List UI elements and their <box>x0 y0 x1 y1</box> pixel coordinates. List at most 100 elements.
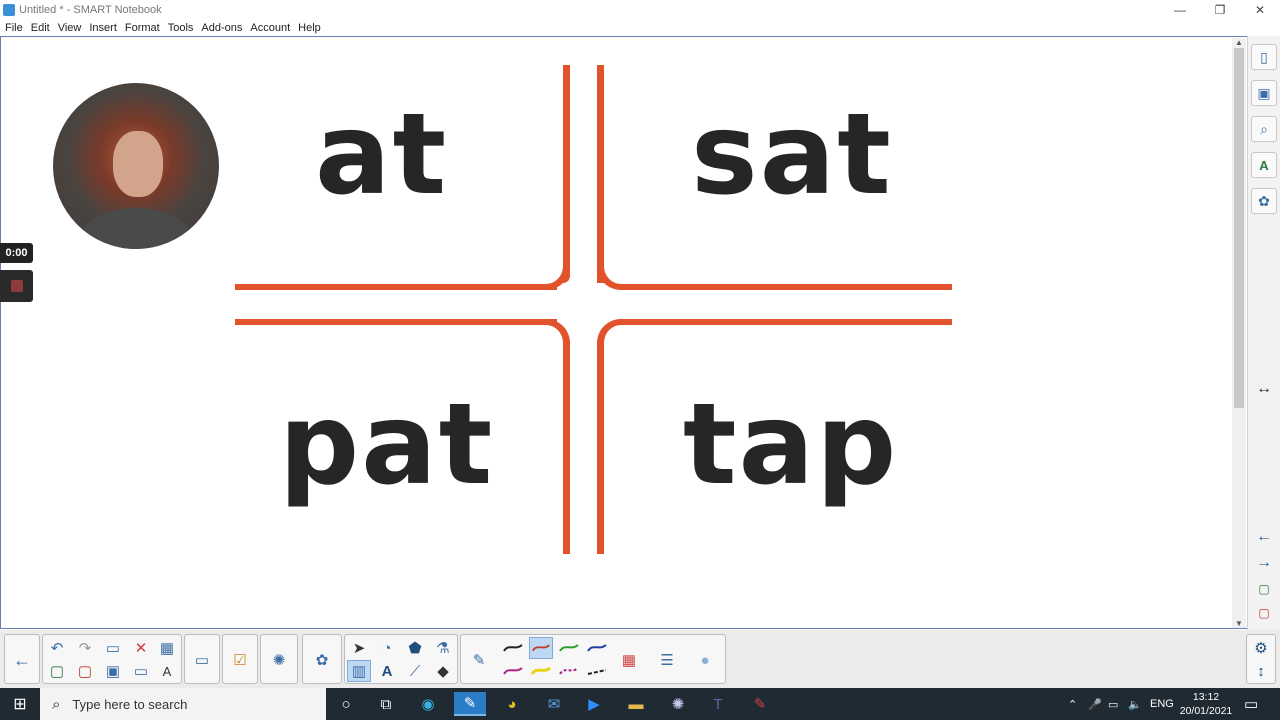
add-page-icon[interactable]: ▢ <box>1251 578 1277 600</box>
volume-icon[interactable]: 🔈 <box>1128 688 1142 720</box>
notebook-canvas[interactable]: at sat pat tap <box>0 36 1247 629</box>
delete-icon[interactable]: ✕ <box>129 637 153 659</box>
toolbar-group-edit: ↶ ↷ ▭ ✕ ▦ ▢ ▢ ▣ ▭ A <box>42 634 182 684</box>
select-icon[interactable]: ➤ <box>347 637 371 659</box>
divider-horizontal-right-bottom <box>621 319 952 325</box>
screen-recorder-icon[interactable]: ✎ <box>744 692 776 716</box>
pen-yellow-icon[interactable] <box>529 660 553 682</box>
previous-page-icon[interactable]: ← <box>1251 526 1277 548</box>
restore-button[interactable]: ❐ <box>1200 0 1240 20</box>
chrome-icon[interactable]: ◕ <box>496 692 528 716</box>
undo-icon[interactable]: ↶ <box>45 637 69 659</box>
word-card-tap[interactable]: tap <box>683 389 898 501</box>
teams-icon[interactable]: T <box>702 692 734 716</box>
notifications-icon[interactable]: ▭ <box>1244 688 1258 720</box>
pen-icon[interactable]: ✎ <box>467 649 491 671</box>
color-palette-icon[interactable]: ▦ <box>617 649 641 671</box>
menu-addons[interactable]: Add-ons <box>201 22 242 34</box>
cortana-icon[interactable]: ○ <box>330 692 362 716</box>
edge-icon[interactable]: ◉ <box>412 692 444 716</box>
menu-insert[interactable]: Insert <box>89 22 117 34</box>
pen-dashed-black-icon[interactable] <box>585 660 609 682</box>
scrollbar-thumb[interactable] <box>1234 48 1244 408</box>
eraser-icon[interactable]: ◆ <box>431 660 455 682</box>
pen-green-icon[interactable] <box>557 637 581 659</box>
menu-account[interactable]: Account <box>250 22 290 34</box>
pen-red-icon[interactable] <box>529 637 553 659</box>
toolbar-group-settings: ⚙ ↕ <box>1246 634 1276 684</box>
delete-page-icon[interactable]: ▢ <box>1251 602 1277 624</box>
menu-tools[interactable]: Tools <box>168 22 194 34</box>
menu-edit[interactable]: Edit <box>31 22 50 34</box>
pen-dashed-magenta-icon[interactable] <box>557 660 581 682</box>
taskbar-search-input[interactable]: ⌕ Type here to search <box>40 688 326 720</box>
back-arrow-icon[interactable]: ← <box>10 649 34 671</box>
divider-horizontal-right-top <box>621 284 952 290</box>
window-controls: — ❐ ✕ <box>1160 0 1280 20</box>
word-card-at[interactable]: at <box>315 99 448 211</box>
divider-vertical-left-bottom <box>563 342 570 554</box>
smart-notebook-taskbar-icon[interactable]: ✎ <box>454 692 486 716</box>
zoom-icon[interactable]: ▶ <box>578 692 610 716</box>
windows-start-icon[interactable]: ⊞ <box>0 688 40 720</box>
menu-format[interactable]: Format <box>125 22 160 34</box>
text-icon[interactable]: A <box>375 660 399 682</box>
page-sorter-icon[interactable]: ▯ <box>1251 44 1277 70</box>
line-style-icon[interactable]: ☰ <box>655 649 679 671</box>
fill-icon[interactable]: ⚗ <box>431 637 455 659</box>
pen-black-icon[interactable] <box>501 637 525 659</box>
settings-app-icon[interactable]: ✺ <box>662 692 694 716</box>
screen-capture-icon[interactable]: ▭ <box>190 649 214 671</box>
panel-resize-icon[interactable]: ↔ <box>1251 378 1277 400</box>
redo-icon[interactable]: ↷ <box>73 637 97 659</box>
line-icon[interactable]: ⟋ <box>403 660 427 682</box>
regular-polygon-icon[interactable]: ⬟ <box>403 637 427 659</box>
gallery-icon[interactable]: ▣ <box>1251 80 1277 106</box>
shapes-icon[interactable]: ◔ <box>375 637 399 659</box>
pen-magenta-icon[interactable] <box>501 660 525 682</box>
addons-icon[interactable]: ✿ <box>310 649 334 671</box>
magic-pen-icon[interactable]: ▥ <box>347 660 371 682</box>
clock-time: 13:12 <box>1192 691 1220 703</box>
response-icon[interactable]: ☑ <box>228 649 252 671</box>
mail-icon[interactable]: ✉ <box>538 692 570 716</box>
stop-recording-button[interactable] <box>0 270 33 302</box>
attachments-icon[interactable]: ⌕ <box>1251 116 1277 142</box>
presenter-body <box>81 208 191 249</box>
properties-icon[interactable]: A <box>1251 152 1277 178</box>
pen-blue-icon[interactable] <box>585 637 609 659</box>
close-button[interactable]: ✕ <box>1240 0 1280 20</box>
microphone-icon[interactable]: 🎤 <box>1088 688 1102 720</box>
vertical-scrollbar[interactable]: ▲ ▼ <box>1232 38 1246 628</box>
taskbar-clock[interactable]: 13:12 20/01/2021 <box>1176 690 1236 718</box>
menu-view[interactable]: View <box>58 22 82 34</box>
menu-help[interactable]: Help <box>298 22 321 34</box>
paste-icon[interactable]: ▭ <box>101 637 125 659</box>
scroll-down-icon[interactable]: ▼ <box>1232 619 1246 628</box>
fill-effects-icon[interactable]: ● <box>693 649 717 671</box>
show-hidden-icons-icon[interactable]: ⌃ <box>1068 688 1077 720</box>
add-page-icon[interactable]: ▢ <box>45 660 69 682</box>
minimize-button[interactable]: — <box>1160 0 1200 20</box>
task-view-icon[interactable]: ⧉ <box>370 692 402 716</box>
toolbar-group-display: ▭ <box>184 634 220 684</box>
battery-icon[interactable]: ▭ <box>1108 688 1118 720</box>
webcam-overlay <box>53 83 219 249</box>
next-page-icon[interactable]: → <box>1251 552 1277 574</box>
delete-page-icon[interactable]: ▢ <box>73 660 97 682</box>
word-card-sat[interactable]: sat <box>691 99 893 211</box>
save-icon[interactable]: ▣ <box>101 660 125 682</box>
toolbar-move-icon[interactable]: ↕ <box>1249 660 1273 682</box>
toolbar-group-select-shape: ➤ ◔ ⬟ ⚗ ▥ A ⟋ ◆ <box>344 634 458 684</box>
text-tools-icon[interactable]: A <box>155 660 179 682</box>
scroll-up-icon[interactable]: ▲ <box>1232 38 1246 47</box>
language-indicator[interactable]: ENG <box>1150 688 1174 720</box>
screen-shade-icon[interactable]: ▭ <box>129 660 153 682</box>
file-explorer-icon[interactable]: ▬ <box>620 692 652 716</box>
activity-builder-icon[interactable]: ✺ <box>267 649 291 671</box>
word-card-pat[interactable]: pat <box>279 389 494 501</box>
gear-icon[interactable]: ⚙ <box>1249 637 1273 659</box>
table-icon[interactable]: ▦ <box>155 637 179 659</box>
addons-icon[interactable]: ✿ <box>1251 188 1277 214</box>
menu-file[interactable]: File <box>5 22 23 34</box>
